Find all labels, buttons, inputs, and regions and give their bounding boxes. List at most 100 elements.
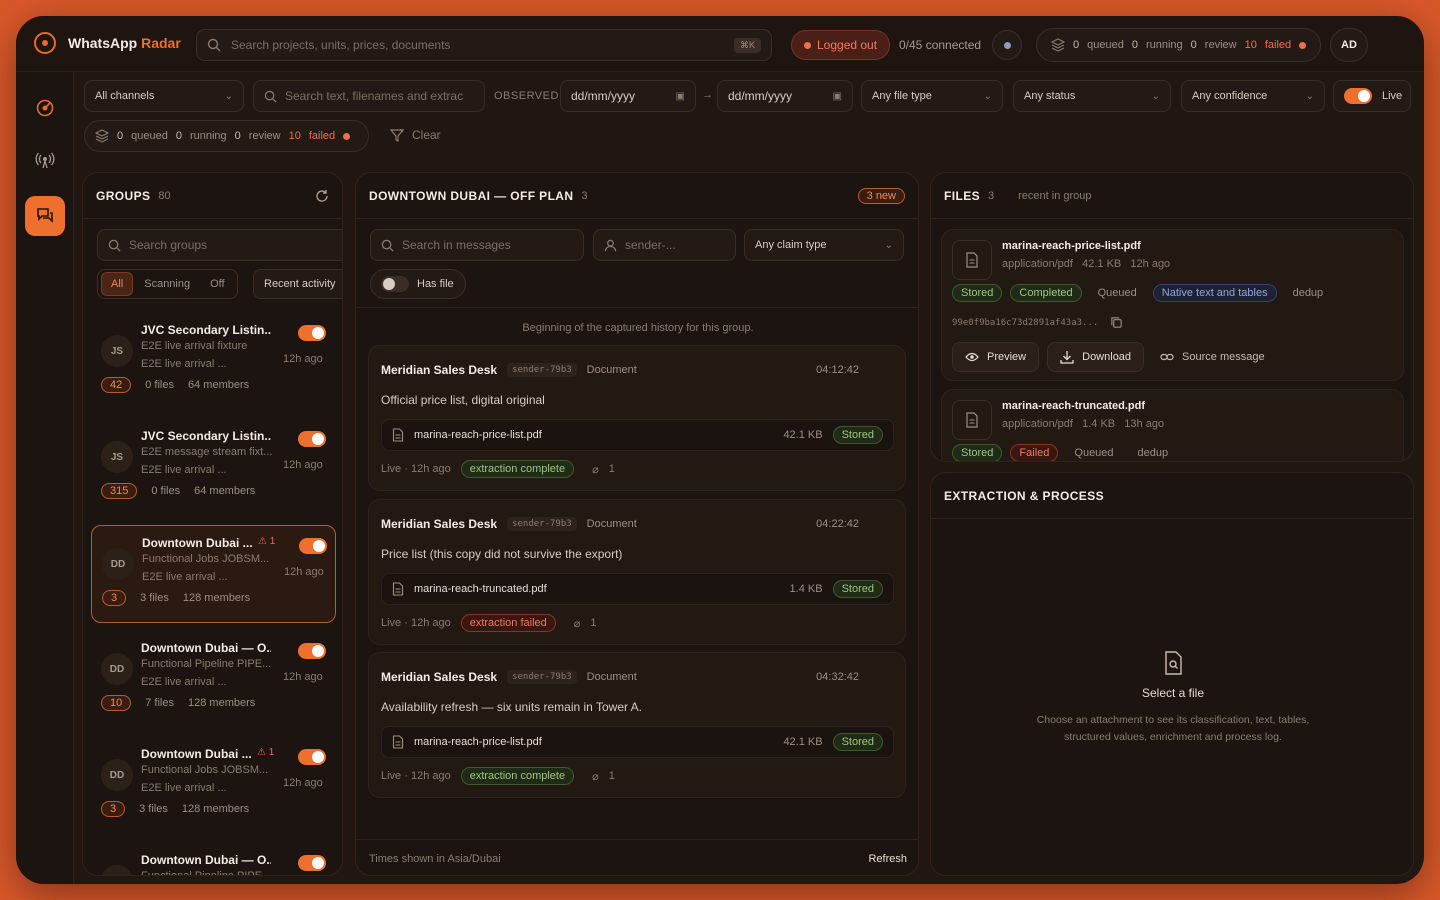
date-to-input[interactable]: dd/mm/yyyy ▣ — [717, 80, 853, 112]
user-avatar[interactable]: AD — [1330, 28, 1368, 62]
group-name: Downtown Dubai ... — [141, 747, 252, 761]
message-header: Meridian Sales Desk sender-79b3 Document — [381, 363, 637, 377]
nav-signals[interactable] — [25, 140, 65, 180]
scan-toggle[interactable] — [298, 643, 326, 662]
refresh-button[interactable]: Refresh — [868, 853, 907, 865]
eye-icon — [965, 352, 979, 362]
review-label: review — [1204, 39, 1237, 51]
running-label: running — [189, 130, 227, 142]
group-subtitle: E2E live arrival fixture — [141, 340, 248, 352]
failed-label: failed — [1264, 39, 1292, 51]
message-body: Official price list, digital original — [381, 393, 545, 407]
file-hash-row: 99e0f9ba16c73d2891af43a3... — [952, 316, 1123, 329]
sort-select[interactable]: Recent activity — [253, 269, 342, 299]
group-subtitle: E2E message stream fixt... — [141, 446, 273, 458]
attachment-count: 1 — [590, 617, 597, 629]
group-item[interactable]: DD Downtown Dubai ... ⚠ 1 Functional Jobs J… — [91, 525, 336, 623]
review-count: 0 — [1190, 39, 1197, 51]
queue-status-filter[interactable]: 0 queued 0 running 0 review 10 failed — [84, 120, 369, 152]
connection-status-button[interactable] — [992, 30, 1022, 60]
scan-toggle[interactable] — [299, 538, 327, 557]
seg-all[interactable]: All — [101, 272, 134, 296]
queue-status[interactable]: 0 queued 0 running 0 review 10 failed — [1036, 28, 1322, 62]
file-card[interactable]: marina-reach-price-list.pdf application/… — [941, 229, 1404, 381]
claim-type-select[interactable]: Any claim type ⌄ — [744, 229, 904, 261]
scan-toggle[interactable] — [298, 749, 326, 768]
message-card[interactable]: Meridian Sales Desk sender-79b3 Document 04… — [368, 499, 906, 645]
group-members: 128 members — [181, 803, 250, 815]
group-avatar: DD — [101, 865, 133, 875]
live-switch[interactable] — [1344, 88, 1372, 104]
group-name: Downtown Dubai — O... — [141, 853, 271, 867]
group-filter-segmented: All Scanning Off — [97, 269, 238, 299]
status-select[interactable]: Any status ⌄ — [1013, 80, 1171, 112]
group-item[interactable]: JS JVC Secondary Listin... E2E message str… — [91, 419, 336, 517]
channels-select[interactable]: All channels ⌄ — [84, 80, 244, 112]
file-type-select[interactable]: Any file type ⌄ — [861, 80, 1003, 112]
has-file-toggle[interactable]: Has file — [370, 269, 466, 299]
attachment-row[interactable]: marina-reach-price-list.pdf 42.1 KB Stored — [381, 726, 894, 758]
scan-toggle[interactable] — [298, 325, 326, 344]
groups-search-input[interactable]: Search groups — [97, 229, 342, 261]
message-search-input[interactable]: Search in messages — [370, 229, 584, 261]
files-panel: FILES 3 recent in group marina-reach-pri… — [930, 172, 1414, 462]
search-icon — [381, 239, 394, 252]
clear-filters-button[interactable]: Clear — [390, 128, 441, 142]
attachment-row[interactable]: marina-reach-price-list.pdf 42.1 KB Stored — [381, 419, 894, 451]
app-logo[interactable]: WhatsApp Radar — [34, 32, 181, 54]
message-card[interactable]: Meridian Sales Desk sender-79b3 Document 04… — [368, 345, 906, 491]
link-icon — [1160, 353, 1174, 361]
nav-dashboard[interactable] — [25, 88, 65, 128]
file-card[interactable]: marina-reach-truncated.pdf application/p… — [941, 389, 1404, 461]
scan-switch[interactable] — [298, 749, 326, 765]
scan-switch[interactable] — [298, 325, 326, 341]
layers-icon — [95, 129, 109, 143]
live-toggle[interactable]: Live — [1333, 80, 1411, 112]
group-item[interactable]: JS JVC Secondary Listin... E2E live arriva… — [91, 313, 336, 411]
scan-toggle[interactable] — [298, 855, 326, 874]
claim-type-value: Any claim type — [755, 239, 827, 251]
logged-out-badge[interactable]: Logged out — [791, 30, 891, 60]
files-title: FILES — [944, 188, 981, 203]
sender-filter-input[interactable]: sender-... — [593, 229, 736, 261]
group-subtitle-2: E2E live arrival ... — [142, 571, 228, 583]
seg-scanning[interactable]: Scanning — [135, 273, 199, 295]
group-files: 0 files — [151, 485, 181, 497]
new-messages-badge[interactable]: 3 new — [857, 187, 905, 204]
document-icon — [952, 400, 992, 440]
group-stats: 315 0 files 64 members — [101, 483, 255, 499]
message-time: 04:22:42 — [816, 518, 859, 530]
channels-value: All channels — [95, 90, 155, 102]
connection-dot-icon — [1003, 41, 1011, 49]
source-message-link[interactable]: Source message — [1160, 351, 1265, 363]
group-item[interactable]: DD Downtown Dubai — O... Functional Pipeli… — [91, 843, 336, 875]
chat-icon — [37, 208, 53, 223]
text-search-input[interactable]: Search text, filenames and extrac — [253, 80, 485, 112]
clear-label: Clear — [412, 128, 441, 142]
message-footer: Live · 12h ago extraction failed ⌀ 1 — [381, 614, 597, 632]
copy-icon[interactable] — [1110, 316, 1123, 329]
global-search-input[interactable]: Search projects, units, prices, document… — [196, 29, 772, 61]
scan-switch[interactable] — [299, 538, 327, 554]
preview-button[interactable]: Preview — [952, 342, 1040, 372]
scan-switch[interactable] — [298, 643, 326, 659]
confidence-select[interactable]: Any confidence ⌄ — [1181, 80, 1325, 112]
file-actions: Preview Download Source message — [952, 342, 1265, 372]
attachment-row[interactable]: marina-reach-truncated.pdf 1.4 KB Stored — [381, 573, 894, 605]
refresh-icon[interactable] — [315, 189, 329, 203]
has-file-switch[interactable] — [381, 276, 409, 292]
group-avatar: DD — [101, 653, 133, 685]
scan-switch[interactable] — [298, 855, 326, 871]
scan-toggle[interactable] — [298, 431, 326, 450]
group-item[interactable]: DD Downtown Dubai ... ⚠ 1 Functional Jobs J… — [91, 737, 336, 835]
group-time: 12h ago — [283, 353, 323, 365]
date-from-input[interactable]: dd/mm/yyyy ▣ — [560, 80, 696, 112]
running-count: 0 — [1131, 39, 1138, 51]
message-card[interactable]: Meridian Sales Desk sender-79b3 Document 04… — [368, 652, 906, 798]
file-hash: 99e0f9ba16c73d2891af43a3... — [952, 317, 1099, 328]
nav-messages[interactable] — [25, 196, 65, 236]
scan-switch[interactable] — [298, 431, 326, 447]
group-item[interactable]: DD Downtown Dubai — O... Functional Pipeli… — [91, 631, 336, 729]
download-button[interactable]: Download — [1047, 342, 1145, 372]
seg-off[interactable]: Off — [201, 273, 233, 295]
